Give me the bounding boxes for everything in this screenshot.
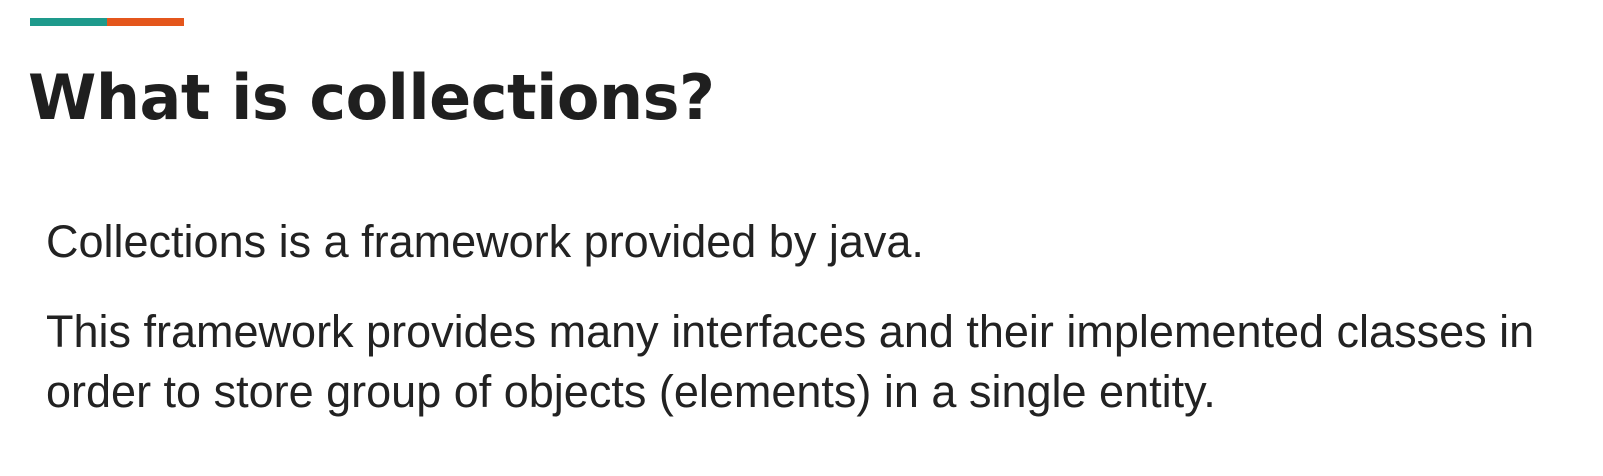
accent-bar	[30, 18, 184, 26]
paragraph-description: This framework provides many interfaces …	[46, 306, 1535, 417]
accent-bar-teal-segment	[30, 18, 107, 26]
paragraph-definition: Collections is a framework provided by j…	[46, 216, 924, 267]
slide-title: What is collections?	[28, 61, 715, 134]
accent-bar-orange-segment	[107, 18, 184, 26]
slide: What is collections? Collections is a fr…	[0, 0, 1603, 476]
slide-body: Collections is a framework provided by j…	[46, 212, 1586, 422]
